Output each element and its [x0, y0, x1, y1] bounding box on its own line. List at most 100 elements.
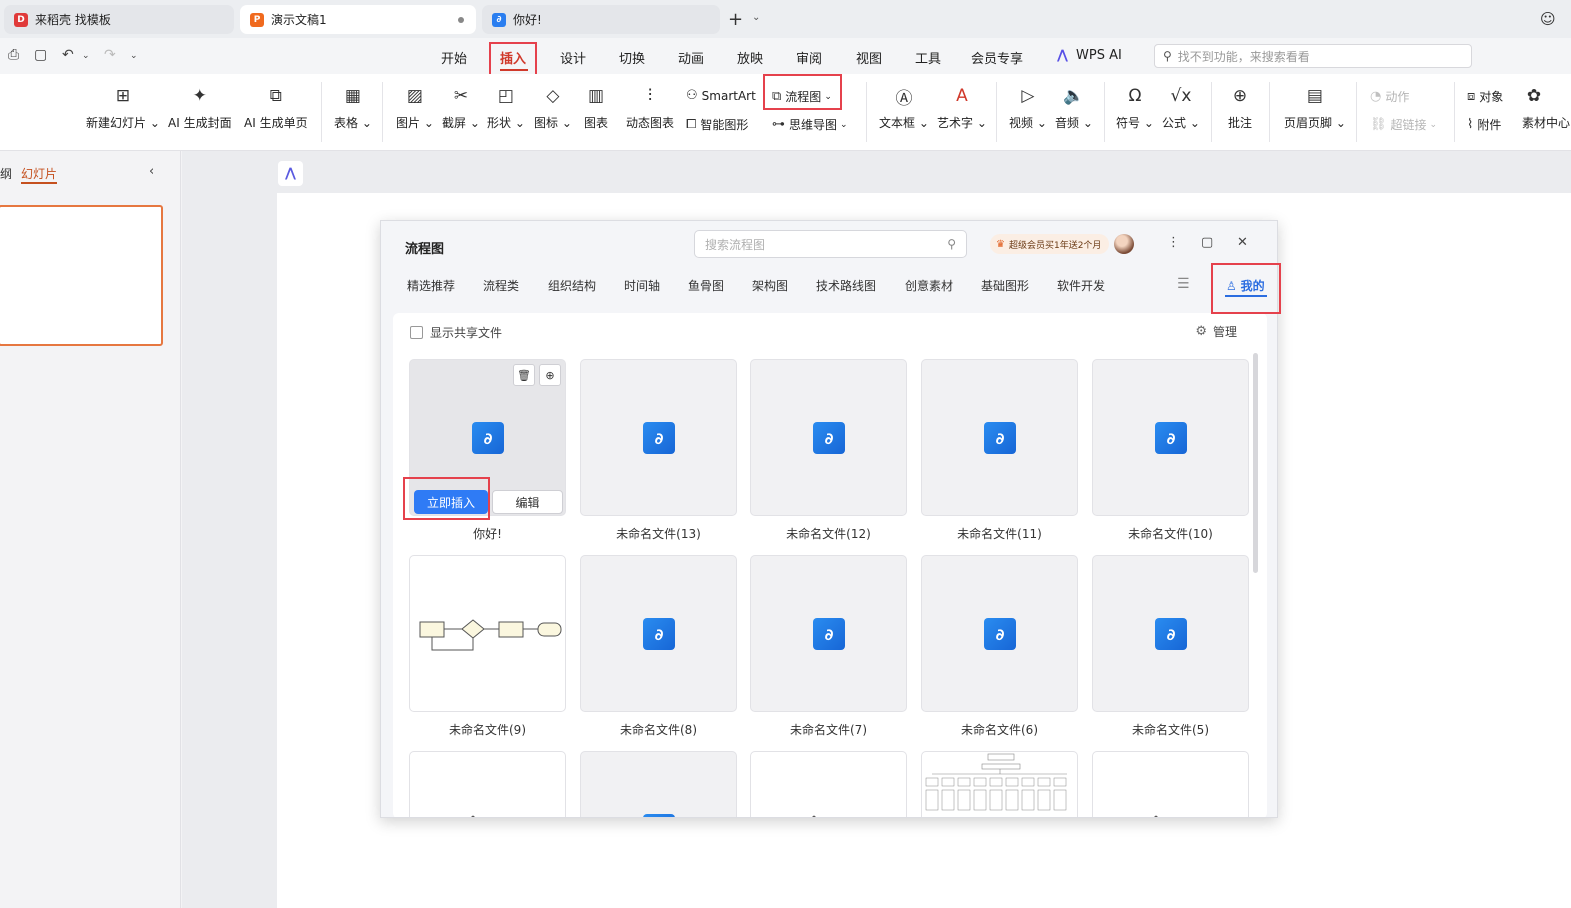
- menu-member[interactable]: 会员专享: [971, 48, 1023, 67]
- menu-slideshow[interactable]: 放映: [737, 48, 763, 67]
- tab-docer[interactable]: D 来稻壳 找模板: [4, 5, 234, 34]
- menu-design[interactable]: 设计: [560, 48, 586, 67]
- file-card[interactable]: [921, 751, 1078, 817]
- cat-architecture[interactable]: 架构图: [752, 277, 788, 294]
- menu-wps-ai[interactable]: WPS AI: [1076, 48, 1122, 63]
- search-icon[interactable]: ⚲: [947, 237, 956, 251]
- collapse-panel-icon[interactable]: ‹: [149, 164, 154, 179]
- cat-tech-roadmap[interactable]: 技术路线图: [816, 277, 876, 294]
- video-button[interactable]: ▷ 视频 ⌄: [1009, 84, 1047, 131]
- cat-featured[interactable]: 精选推荐: [407, 277, 455, 294]
- ai-assistant-icon[interactable]: ⋀: [278, 161, 303, 186]
- chevron-down-icon[interactable]: ⌄: [130, 51, 138, 61]
- chart-button[interactable]: ▥ 图表: [584, 84, 608, 131]
- maximize-icon[interactable]: ▢: [1201, 235, 1213, 250]
- screenshot-button[interactable]: ✂ 截屏 ⌄: [442, 84, 480, 131]
- file-card[interactable]: ∂: [1092, 359, 1249, 516]
- tab-flowchart-doc[interactable]: ∂ 你好!: [482, 5, 720, 34]
- shape-button[interactable]: ◰ 形状 ⌄: [487, 84, 525, 131]
- tab-presentation[interactable]: P 演示文稿1: [240, 5, 476, 34]
- zoom-in-icon[interactable]: ⊕: [539, 364, 561, 386]
- ribbon-divider: [321, 82, 322, 142]
- cat-timeline[interactable]: 时间轴: [624, 277, 660, 294]
- audio-button[interactable]: 🔈 音频 ⌄: [1055, 84, 1093, 131]
- icon-library-button[interactable]: ◇ 图标 ⌄: [534, 84, 572, 131]
- vip-promo-badge[interactable]: ♛ 超级会员买1年送2个月: [990, 234, 1110, 254]
- cat-org-structure[interactable]: 组织结构: [548, 277, 596, 294]
- feature-search-input[interactable]: ⚲ 找不到功能，来搜索看看: [1154, 44, 1472, 68]
- print-preview-icon[interactable]: ▢: [34, 47, 47, 63]
- dynamic-chart-button[interactable]: ⫶ 动态图表: [626, 84, 674, 131]
- attachment-button[interactable]: ⌇ 附件: [1467, 116, 1501, 133]
- close-icon[interactable]: ✕: [1237, 235, 1248, 250]
- ai-cover-button[interactable]: ✦ AI 生成封面: [168, 84, 232, 131]
- object-button[interactable]: ⧈ 对象: [1467, 88, 1503, 105]
- mindmap-button[interactable]: ⊶ 思维导图 ⌄: [772, 116, 848, 133]
- table-button[interactable]: ▦ 表格 ⌄: [334, 84, 372, 131]
- ai-page-button[interactable]: ⧉ AI 生成单页: [244, 84, 308, 131]
- checkbox[interactable]: [410, 326, 423, 339]
- cat-basic-shapes[interactable]: 基础图形: [981, 277, 1029, 294]
- file-card[interactable]: ∂: [921, 359, 1078, 516]
- smart-shape-button[interactable]: ⧠ 智能图形: [686, 116, 748, 133]
- redo-icon[interactable]: ↷: [104, 47, 116, 63]
- file-card[interactable]: ∂: [1092, 555, 1249, 712]
- cat-process[interactable]: 流程类: [483, 277, 519, 294]
- cat-creative[interactable]: 创意素材: [905, 277, 953, 294]
- cat-fishbone[interactable]: 鱼骨图: [688, 277, 724, 294]
- material-center-button[interactable]: ✿ 素材中心: [1522, 84, 1570, 131]
- action-button[interactable]: ◔ 动作: [1370, 88, 1409, 105]
- file-card[interactable]: [409, 555, 566, 712]
- file-card[interactable]: ∂: [580, 751, 737, 817]
- show-shared-toggle[interactable]: 显示共享文件: [410, 324, 502, 341]
- tab-slides-underline: [21, 182, 57, 184]
- avatar[interactable]: [1114, 234, 1134, 254]
- flowchart-search-input[interactable]: 搜索流程图 ⚲: [694, 230, 967, 258]
- slide-thumbnail[interactable]: [0, 205, 163, 346]
- docer-icon: D: [14, 12, 28, 27]
- picture-button[interactable]: ▨ 图片 ⌄: [396, 84, 434, 131]
- file-card[interactable]: ∂: [580, 555, 737, 712]
- file-card[interactable]: ∂: [750, 555, 907, 712]
- header-footer-button[interactable]: ▤ 页眉页脚 ⌄: [1284, 84, 1346, 131]
- tab-outline[interactable]: 纲: [0, 165, 12, 182]
- header-footer-icon: ▤: [1306, 86, 1323, 106]
- file-card[interactable]: ∂: [580, 359, 737, 516]
- formula-button[interactable]: √x 公式 ⌄: [1162, 84, 1200, 131]
- hyperlink-button[interactable]: ⛓ 超链接 ⌄: [1370, 116, 1437, 133]
- window-avatar-icon[interactable]: ☺: [1540, 10, 1556, 28]
- menu-transition[interactable]: 切换: [619, 48, 645, 67]
- chevron-down-icon[interactable]: ⌄: [752, 12, 760, 23]
- shape-label: 形状: [487, 116, 512, 130]
- menu-start[interactable]: 开始: [441, 48, 467, 67]
- chevron-down-icon[interactable]: ⌄: [82, 51, 90, 61]
- file-card[interactable]: [750, 751, 907, 817]
- file-card[interactable]: [1092, 751, 1249, 817]
- more-options-icon[interactable]: ⋮: [1167, 235, 1180, 250]
- comment-button[interactable]: ⊕ 批注: [1228, 84, 1252, 131]
- menu-icon[interactable]: ☰: [1177, 276, 1190, 292]
- menu-review[interactable]: 审阅: [796, 48, 822, 67]
- textbox-button[interactable]: Ⓐ 文本框 ⌄: [879, 84, 929, 131]
- symbol-button[interactable]: Ω 符号 ⌄: [1116, 84, 1154, 131]
- menu-view[interactable]: 视图: [856, 48, 882, 67]
- scrollbar[interactable]: [1253, 353, 1258, 573]
- edit-button[interactable]: 编辑: [492, 490, 563, 514]
- search-placeholder: 搜索流程图: [705, 237, 766, 252]
- menu-tools[interactable]: 工具: [915, 48, 941, 67]
- file-card[interactable]: ∂: [921, 555, 1078, 712]
- file-card[interactable]: ∂: [750, 359, 907, 516]
- highlight-flowchart-button: [763, 74, 842, 110]
- wordart-button[interactable]: A 艺术字 ⌄: [937, 84, 987, 131]
- cat-software-dev[interactable]: 软件开发: [1057, 277, 1105, 294]
- tab-slides[interactable]: 幻灯片: [21, 165, 57, 182]
- trash-icon[interactable]: 🗑: [513, 364, 535, 386]
- print-icon[interactable]: ⎙: [8, 47, 19, 63]
- smartart-button[interactable]: ⚇ SmartArt: [686, 88, 756, 103]
- new-slide-button[interactable]: ⊞ 新建幻灯片 ⌄: [86, 84, 160, 131]
- file-card[interactable]: [409, 751, 566, 817]
- new-tab-plus-icon[interactable]: +: [728, 9, 743, 30]
- menu-animation[interactable]: 动画: [678, 48, 704, 67]
- manage-button[interactable]: ⚙ 管理: [1195, 323, 1237, 340]
- undo-icon[interactable]: ↶: [62, 47, 74, 63]
